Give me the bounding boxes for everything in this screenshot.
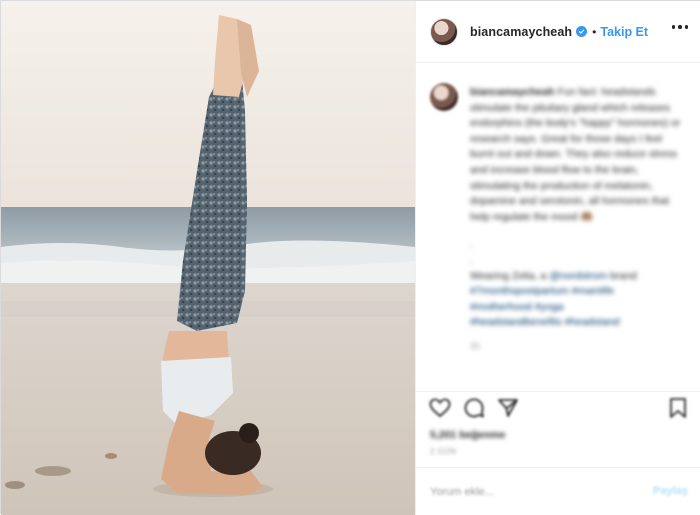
share-icon[interactable] bbox=[496, 396, 520, 420]
comment-form: Paylaş bbox=[416, 467, 700, 515]
hashtags-line[interactable]: #7monthspostpartum #mamlife bbox=[470, 284, 686, 300]
caption-time: 2h bbox=[470, 340, 481, 351]
avatar[interactable] bbox=[430, 17, 458, 46]
post-side-panel: biancamaycheah • Takip Et biancamaycheah… bbox=[415, 1, 700, 515]
hashtags-line[interactable]: #headstandbenefits #headstand bbox=[470, 315, 686, 331]
caption-avatar[interactable] bbox=[430, 83, 458, 111]
caption-dot: . bbox=[470, 253, 473, 266]
caption-dot: . bbox=[470, 238, 473, 251]
heart-icon[interactable] bbox=[428, 396, 452, 420]
caption-text: biancamaycheah Fun fact: headstands stim… bbox=[470, 85, 686, 355]
post-photo[interactable] bbox=[1, 1, 415, 515]
instagram-post: biancamaycheah • Takip Et biancamaycheah… bbox=[0, 0, 700, 515]
follow-button[interactable]: Takip Et bbox=[600, 25, 648, 39]
dot-separator: • bbox=[592, 24, 597, 39]
bookmark-icon[interactable] bbox=[666, 396, 690, 420]
caption-username[interactable]: biancamaycheah bbox=[470, 86, 555, 98]
wearing-suffix: brand bbox=[610, 269, 637, 282]
mention-link[interactable]: @nordstrom bbox=[549, 270, 607, 282]
action-bar bbox=[416, 391, 700, 425]
wearing-text: Wearing Zelia, a bbox=[470, 269, 547, 282]
comment-input[interactable] bbox=[430, 482, 630, 502]
caption-area: biancamaycheah Fun fact: headstands stim… bbox=[416, 63, 700, 391]
post-comment-button[interactable]: Paylaş bbox=[653, 485, 688, 497]
likes-count[interactable]: 5,201 beğenme bbox=[430, 429, 505, 441]
hashtags-line[interactable]: #motherhood #yoga bbox=[470, 300, 686, 316]
caption-body: Fun fact: headstands stimulate the pitui… bbox=[470, 86, 681, 223]
post-date: 2 GÜN bbox=[430, 447, 457, 456]
headstand-beach-photo bbox=[1, 1, 415, 515]
verified-badge-icon bbox=[576, 26, 588, 37]
header-username[interactable]: biancamaycheah bbox=[470, 25, 572, 39]
caption-emoji: 🤲🏽 bbox=[580, 210, 594, 223]
comment-bubble-icon[interactable] bbox=[462, 396, 486, 420]
post-header: biancamaycheah • Takip Et bbox=[416, 1, 700, 63]
more-options-icon[interactable] bbox=[671, 25, 688, 29]
